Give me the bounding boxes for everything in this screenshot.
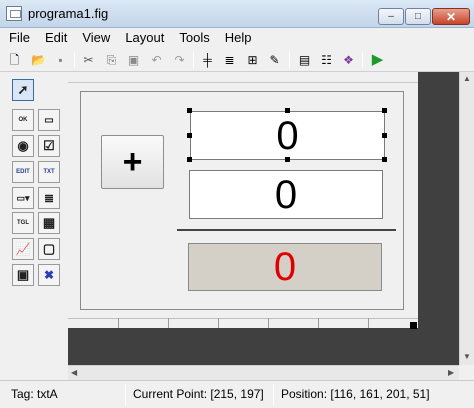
menu-bar: File Edit View Layout Tools Help [0, 28, 474, 48]
selection-handle[interactable] [382, 157, 387, 162]
radiobutton-tool-icon[interactable]: ◉ [12, 135, 34, 157]
redo-icon[interactable]: ↷ [171, 51, 188, 68]
undo-icon[interactable]: ↶ [148, 51, 165, 68]
toolbar: 🗋 📂 ▪ ✂ ⎘ ▣ ↶ ↷ ╪ ≣ ⊞ ✎ ▤ ☷ ❖ ▶ [0, 48, 474, 72]
menu-edit[interactable]: Edit [36, 28, 73, 48]
status-bar: Tag: txtA Current Point: [215, 197] Posi… [0, 380, 474, 408]
save-icon[interactable]: ▪ [52, 51, 69, 68]
menu-help[interactable]: Help [216, 28, 258, 48]
toggle-button-tool-icon[interactable]: TGL [12, 212, 34, 234]
selection-handle[interactable] [187, 157, 192, 162]
toolbar-separator [74, 52, 75, 68]
grid-tick [368, 318, 369, 328]
status-divider [273, 384, 274, 406]
menu-file[interactable]: File [0, 28, 36, 48]
scrollbar-corner [459, 365, 474, 380]
grid-tick [168, 318, 169, 328]
selection-handle[interactable] [187, 108, 192, 113]
selection-handle[interactable] [285, 108, 290, 113]
status-position: Position: [116, 161, 201, 51] [281, 387, 430, 401]
minimize-button[interactable]: – [378, 8, 404, 25]
copy-icon[interactable]: ⎘ [103, 51, 120, 68]
maximize-button[interactable]: □ [405, 8, 431, 25]
paste-icon[interactable]: ▣ [125, 51, 142, 68]
grid-line [68, 82, 418, 83]
scroll-up-icon[interactable]: ▲ [463, 74, 471, 83]
pushbutton-tool-icon[interactable]: OK [12, 109, 34, 131]
table-tool-icon[interactable]: ▦ [38, 212, 60, 234]
grid-tick [218, 318, 219, 328]
scroll-down-icon[interactable]: ▼ [463, 352, 471, 361]
grid-tick [118, 318, 119, 328]
toolbar-separator [193, 52, 194, 68]
grid-ruler [68, 318, 418, 328]
edit-text-b[interactable]: 0 [189, 170, 383, 219]
cut-icon[interactable]: ✂ [80, 51, 97, 68]
axes-tool-icon[interactable]: 📈 [12, 238, 34, 260]
title-bar: programa1.fig – □ ✕ [0, 0, 474, 28]
align-icon[interactable]: ╪ [199, 51, 216, 68]
toolbar-separator [362, 52, 363, 68]
canvas-margin-bottom [68, 328, 459, 365]
status-tag: Tag: txtA [11, 387, 58, 401]
scroll-right-icon[interactable]: ▶ [448, 368, 454, 377]
selection-handle[interactable] [382, 108, 387, 113]
toolbar-editor-icon[interactable]: ✎ [266, 51, 283, 68]
canvas-margin-right [418, 72, 459, 365]
menu-view[interactable]: View [73, 28, 116, 48]
figure-resize-handle[interactable] [410, 322, 417, 329]
selection-handle[interactable] [382, 133, 387, 138]
checkbox-tool-icon[interactable]: ☑ [38, 135, 60, 157]
static-text-tool-icon[interactable]: TXT [38, 161, 60, 183]
open-icon[interactable]: 📂 [30, 51, 47, 68]
figure-app-icon [6, 6, 22, 21]
panel-tool-icon[interactable]: ▢ [38, 238, 60, 260]
menu-tools[interactable]: Tools [170, 28, 215, 48]
window-title: programa1.fig [28, 6, 109, 21]
selection-handle[interactable] [285, 157, 290, 162]
divider-line [177, 229, 396, 231]
grid-tick [268, 318, 269, 328]
popup-menu-tool-icon[interactable]: ▭▾ [12, 187, 34, 209]
new-icon[interactable]: 🗋 [6, 51, 23, 68]
edit-text-tool-icon[interactable]: EDIT [12, 161, 34, 183]
edit-text-a[interactable]: 0 [190, 111, 385, 160]
activex-tool-icon[interactable]: ✖ [38, 264, 60, 286]
property-inspector-icon[interactable]: ☷ [318, 51, 335, 68]
m-file-editor-icon[interactable]: ▤ [296, 51, 313, 68]
selection-handle[interactable] [187, 133, 192, 138]
object-browser-icon[interactable]: ❖ [340, 51, 357, 68]
listbox-tool-icon[interactable]: ≣ [38, 187, 60, 209]
toolbar-separator [289, 52, 290, 68]
horizontal-scrollbar[interactable]: ◀ ▶ [68, 365, 459, 380]
menu-layout[interactable]: Layout [116, 28, 170, 48]
tab-order-icon[interactable]: ⊞ [244, 51, 261, 68]
result-text[interactable]: 0 [188, 243, 382, 291]
vertical-scrollbar[interactable]: ▲ ▼ [459, 72, 474, 365]
scroll-left-icon[interactable]: ◀ [71, 368, 77, 377]
slider-tool-icon[interactable]: ▭ [38, 109, 60, 131]
grid-tick [318, 318, 319, 328]
select-tool-icon[interactable]: ➚ [12, 79, 34, 101]
status-current-point: Current Point: [215, 197] [133, 387, 264, 401]
close-button[interactable]: ✕ [432, 8, 470, 25]
menu-editor-icon[interactable]: ≣ [221, 51, 238, 68]
run-icon[interactable]: ▶ [369, 51, 386, 68]
add-button[interactable]: + [101, 135, 164, 189]
button-group-tool-icon[interactable]: ▣ [12, 264, 34, 286]
status-divider [125, 384, 126, 406]
